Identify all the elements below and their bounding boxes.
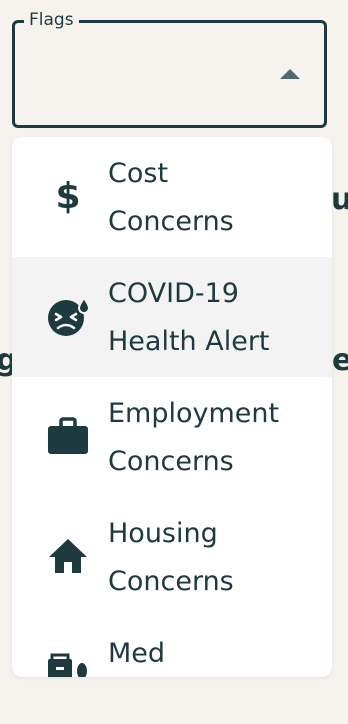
background-text-fragment: u (331, 182, 348, 217)
menu-item-cost-concerns[interactable]: $ Cost Concerns (12, 137, 332, 257)
menu-item-label: Cost Concerns (108, 158, 234, 237)
medical-icon (46, 651, 90, 677)
svg-text:$: $ (55, 176, 80, 216)
menu-item-covid-19-health-alert[interactable]: COVID-19 Health Alert (12, 257, 332, 377)
menu-item-label: Housing Concerns (108, 518, 234, 597)
menu-item-label: Employment Concerns (108, 398, 280, 477)
background-text-fragment: e (332, 343, 348, 378)
dollar-icon: $ (46, 174, 90, 218)
house-icon (46, 534, 90, 578)
menu-item-housing-concerns[interactable]: Housing Concerns (12, 497, 332, 617)
menu-item-employment-concerns[interactable]: Employment Concerns (12, 377, 332, 497)
briefcase-icon (46, 414, 90, 458)
sick-face-icon (46, 294, 90, 338)
menu-item-label: COVID-19 Health Alert (108, 278, 270, 357)
flags-dropdown-menu: $ Cost Concerns COVID-19 Health Alert Em… (12, 137, 332, 677)
caret-up-icon[interactable] (280, 69, 300, 79)
menu-item-label: Med (108, 638, 166, 669)
flags-legend: Flags (24, 9, 79, 31)
menu-item-med[interactable]: Med (12, 617, 332, 677)
